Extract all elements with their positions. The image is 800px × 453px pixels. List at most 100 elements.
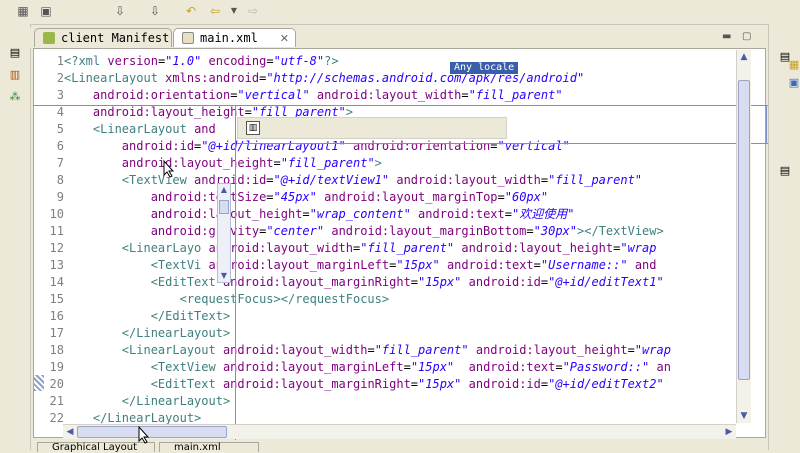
minimize-icon[interactable]: ▬ bbox=[722, 31, 731, 42]
token-val: "fill_parent" bbox=[360, 241, 455, 255]
code-line[interactable]: 9 android:textSize="45px" android:layout… bbox=[34, 189, 744, 206]
forward-icon[interactable]: ⇨ bbox=[245, 3, 261, 19]
token-txt: = bbox=[627, 343, 635, 357]
token-val: "center" bbox=[266, 224, 325, 238]
code-line[interactable]: 19 <TextView android:layout_marginLeft="… bbox=[34, 359, 744, 376]
code-line[interactable]: 7 android:layout_height="fill_parent"> bbox=[34, 155, 744, 172]
token-attr: android:layout_width bbox=[316, 88, 462, 102]
scroll-down-icon[interactable]: ▼ bbox=[218, 270, 230, 282]
locale-badge[interactable]: Any locale bbox=[450, 62, 519, 74]
token-attr: android:layout_height bbox=[92, 105, 245, 119]
restore-view-icon[interactable]: ▤ bbox=[8, 46, 22, 60]
right-trim: ▤ ▦ ▣ ▤ bbox=[768, 24, 800, 450]
token-val: "fill_parent" bbox=[548, 173, 643, 187]
code-line[interactable]: 2 <LinearLayout xmlns:android="http://sch… bbox=[34, 70, 744, 87]
hierarchy-icon[interactable]: ⁂ bbox=[8, 90, 22, 104]
token-tag: <EditText bbox=[150, 377, 223, 391]
line-number: 11 bbox=[49, 224, 64, 238]
code-line[interactable]: 6 android:id = "@+id/linearLayout1" androi… bbox=[34, 138, 744, 155]
token-txt: = bbox=[461, 88, 469, 102]
tab-main-xml[interactable]: main.xml ✕ bbox=[173, 28, 296, 47]
token-tag: <requestFocus></requestFocus> bbox=[179, 292, 390, 306]
xml-source-editor[interactable]: 1 <?xml version="1.0" encoding="utf-8"?> 2… bbox=[33, 48, 766, 438]
restore-bottom-icon[interactable]: ▤ bbox=[778, 164, 792, 178]
tab-label: client Manifest bbox=[61, 31, 170, 45]
token-attr: android:layout_height bbox=[121, 156, 274, 170]
token-attr: and bbox=[634, 258, 657, 272]
code-text: <requestFocus></requestFocus> bbox=[64, 291, 390, 308]
scroll-right-icon[interactable]: ▶ bbox=[722, 425, 736, 439]
tab-xml-source[interactable]: main.xml bbox=[159, 442, 259, 453]
token-val: "@+id/editText1" bbox=[548, 275, 664, 289]
layout-icon[interactable]: ▥ bbox=[246, 121, 260, 135]
token-val: "30px" bbox=[533, 224, 578, 238]
code-line[interactable]: 10 android:layout_height="wrap_content" … bbox=[34, 206, 744, 223]
line-number: 17 bbox=[49, 326, 64, 340]
token-txt: = bbox=[555, 360, 563, 374]
scroll-up-icon[interactable]: ▲ bbox=[737, 50, 751, 64]
token-attr: android:layout_width bbox=[222, 343, 368, 357]
token-attr: and bbox=[194, 122, 216, 136]
vertical-scrollbar[interactable]: ▲ ▼ bbox=[736, 50, 751, 423]
package-explorer-icon[interactable]: ▥ bbox=[8, 68, 22, 82]
outline-icon[interactable]: ▦ bbox=[787, 58, 800, 72]
code-line[interactable]: 21 </LinearLayout> bbox=[34, 393, 744, 410]
token-tag: </LinearLayout> bbox=[92, 411, 202, 425]
code-text: <TextView android:id="@+id/textView1" an… bbox=[64, 172, 642, 189]
token-txt: = bbox=[533, 258, 541, 272]
vertical-scroll-thumb[interactable] bbox=[738, 80, 750, 380]
back-icon[interactable]: ⇦ bbox=[207, 3, 223, 19]
code-line[interactable]: 1 <?xml version="1.0" encoding="utf-8"?> bbox=[34, 53, 744, 70]
horizontal-scroll-thumb[interactable] bbox=[77, 426, 227, 438]
new-window-icon[interactable]: ▦ bbox=[15, 3, 31, 19]
tab-client-manifest[interactable]: client Manifest bbox=[34, 28, 172, 47]
code-text: </LinearLayout> bbox=[64, 393, 230, 410]
token-val: "45px" bbox=[273, 190, 317, 204]
line-number: 2 bbox=[56, 71, 64, 85]
token-attr: android:layout_marginBottom bbox=[331, 224, 527, 238]
next-annotation-icon[interactable]: ⇩ bbox=[147, 3, 163, 19]
token-val: "1.0" bbox=[165, 54, 202, 68]
maximize-icon[interactable]: ▢ bbox=[742, 31, 751, 42]
close-icon[interactable]: ✕ bbox=[280, 29, 289, 48]
code-line[interactable]: 8 <TextView android:id="@+id/textView1" … bbox=[34, 172, 744, 189]
code-line[interactable]: 14 <EditText android:layout_marginRight=… bbox=[34, 274, 744, 291]
token-txt: = bbox=[526, 224, 534, 238]
code-line[interactable]: 15 <requestFocus></requestFocus> bbox=[34, 291, 744, 308]
code-line[interactable]: 18 <LinearLayout android:layout_width="f… bbox=[34, 342, 744, 359]
code-line[interactable]: 12 <LinearLayo android:layout_width="fil… bbox=[34, 240, 744, 257]
code-text: <LinearLayout android:layout_width="fill… bbox=[64, 342, 671, 359]
scroll-left-icon[interactable]: ◀ bbox=[63, 425, 77, 439]
change-marker bbox=[34, 375, 44, 391]
restore-icon[interactable]: ▣ bbox=[38, 3, 54, 19]
back-dropdown-icon[interactable]: ▼ bbox=[226, 3, 242, 19]
token-tag: <TextView bbox=[150, 360, 223, 374]
code-line[interactable]: 13 <TextVi android:layout_marginLeft="15… bbox=[34, 257, 744, 274]
scroll-down-icon[interactable]: ▼ bbox=[737, 409, 751, 423]
code-line[interactable]: 11 android:gravity = "center" android:layo… bbox=[34, 223, 744, 240]
token-val: "15px" bbox=[418, 275, 462, 289]
token-attr: android:layout_marginRight bbox=[222, 377, 411, 391]
token-val: "@+id/textView1" bbox=[273, 173, 390, 187]
code-line[interactable]: 17 </LinearLayout> bbox=[34, 325, 744, 342]
horizontal-scrollbar[interactable]: ◀ ▶ bbox=[63, 424, 736, 439]
main-toolbar: ▦ ▣ ⇩ ⇩ ↶ ⇦ ▼ ⇨ bbox=[0, 0, 800, 25]
code-line[interactable]: 16 </EditText> bbox=[34, 308, 744, 325]
previous-edit-icon[interactable]: ↶ bbox=[183, 3, 199, 19]
completion-scrollbar[interactable]: ▲ ▼ bbox=[217, 183, 231, 283]
code-text: android:textSize="45px" android:layout_m… bbox=[64, 189, 548, 206]
console-icon[interactable]: ▣ bbox=[787, 76, 800, 90]
scroll-up-icon[interactable]: ▲ bbox=[218, 184, 230, 196]
token-txt: = bbox=[273, 156, 281, 170]
token-tag: </LinearLayout> bbox=[121, 394, 231, 408]
completion-scroll-thumb[interactable] bbox=[219, 200, 229, 214]
code-line[interactable]: 3 android:orientation = "vertical" android… bbox=[34, 87, 744, 104]
code-line[interactable]: 20 <EditText android:layout_marginRight=… bbox=[34, 376, 744, 393]
last-edit-icon[interactable]: ⇩ bbox=[112, 3, 128, 19]
